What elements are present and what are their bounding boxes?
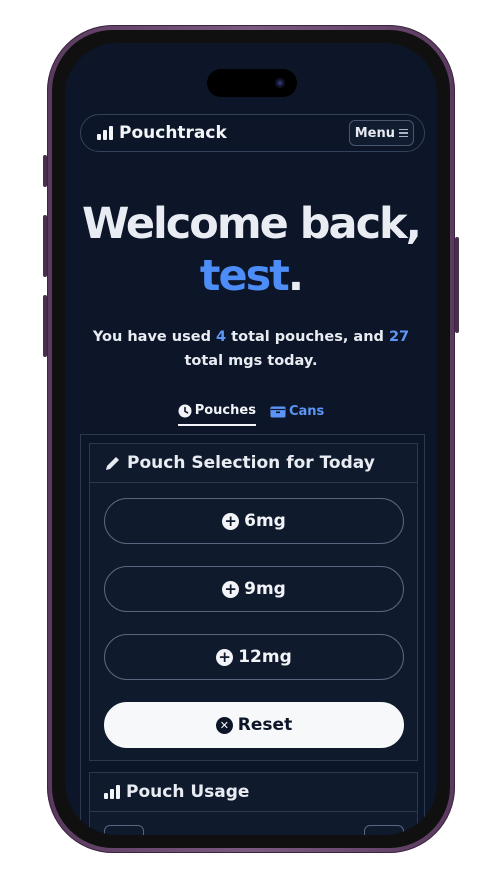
reset-label: Reset <box>237 715 293 735</box>
mg-count: 27 <box>388 329 410 345</box>
pouch-usage-card: Pouch Usage <box>89 772 418 835</box>
option-label: 9mg <box>244 579 286 599</box>
tab-cans[interactable]: Cans <box>270 403 324 426</box>
welcome-heading: Welcome back, test. <box>65 198 437 302</box>
option-label: 12mg <box>238 647 292 667</box>
prev-button[interactable] <box>104 825 144 835</box>
power-button <box>455 237 459 333</box>
tab-content-panel: Pouch Selection for Today + 6mg + 9mg + … <box>80 434 425 835</box>
hamburger-icon <box>399 128 408 138</box>
greeting-text: Welcome back, <box>82 199 422 249</box>
close-circle-icon: ✕ <box>215 716 233 734</box>
camera-icon <box>275 78 285 88</box>
next-button[interactable] <box>364 825 404 835</box>
phone-frame: Pouchtrack Menu Welcome back, test. You … <box>43 25 459 853</box>
menu-button[interactable]: Menu <box>348 120 414 146</box>
volume-up-button <box>43 215 47 277</box>
bar-chart-icon <box>97 126 113 140</box>
card-header: Pouch Selection for Today <box>90 444 417 483</box>
tab-pouches-label: Pouches <box>194 403 256 418</box>
option-label: 6mg <box>244 511 286 531</box>
mute-switch <box>43 155 47 187</box>
brand-name: Pouchtrack <box>119 123 227 143</box>
card-header: Pouch Usage <box>90 773 417 812</box>
username-text: test <box>199 251 290 301</box>
brand-logo[interactable]: Pouchtrack <box>97 123 227 143</box>
heading-period: . <box>287 251 304 301</box>
tab-cans-label: Cans <box>288 404 325 419</box>
screen: Pouchtrack Menu Welcome back, test. You … <box>65 43 437 835</box>
pouch-selection-card: Pouch Selection for Today + 6mg + 9mg + … <box>89 443 418 761</box>
navbar: Pouchtrack Menu <box>80 114 425 152</box>
tab-pouches[interactable]: Pouches <box>177 403 256 426</box>
menu-label: Menu <box>354 125 395 141</box>
volume-down-button <box>43 295 47 357</box>
add-6mg-button[interactable]: + 6mg <box>104 498 404 544</box>
add-12mg-button[interactable]: + 12mg <box>104 634 404 680</box>
pouch-count: 4 <box>216 329 227 345</box>
card-title: Pouch Selection for Today <box>127 453 375 473</box>
summary-suffix: total mgs today. <box>184 353 318 369</box>
tab-bar: Pouches Cans <box>65 403 437 426</box>
summary-prefix: You have used <box>92 329 217 345</box>
dynamic-island <box>207 69 297 97</box>
bar-chart-icon <box>104 785 120 799</box>
clock-icon <box>178 404 192 417</box>
usage-summary: You have used 4 total pouches, and 27 to… <box>85 325 417 373</box>
summary-middle: total pouches, and <box>226 329 389 345</box>
plus-circle-icon: + <box>222 512 240 530</box>
card-title: Pouch Usage <box>126 782 250 802</box>
can-icon <box>270 406 286 417</box>
pencil-icon <box>106 456 119 470</box>
phone-bezel: Pouchtrack Menu Welcome back, test. You … <box>52 30 450 848</box>
plus-circle-icon: + <box>216 648 234 666</box>
reset-button[interactable]: ✕ Reset <box>104 702 404 748</box>
add-9mg-button[interactable]: + 9mg <box>104 566 404 612</box>
plus-circle-icon: + <box>222 580 240 598</box>
